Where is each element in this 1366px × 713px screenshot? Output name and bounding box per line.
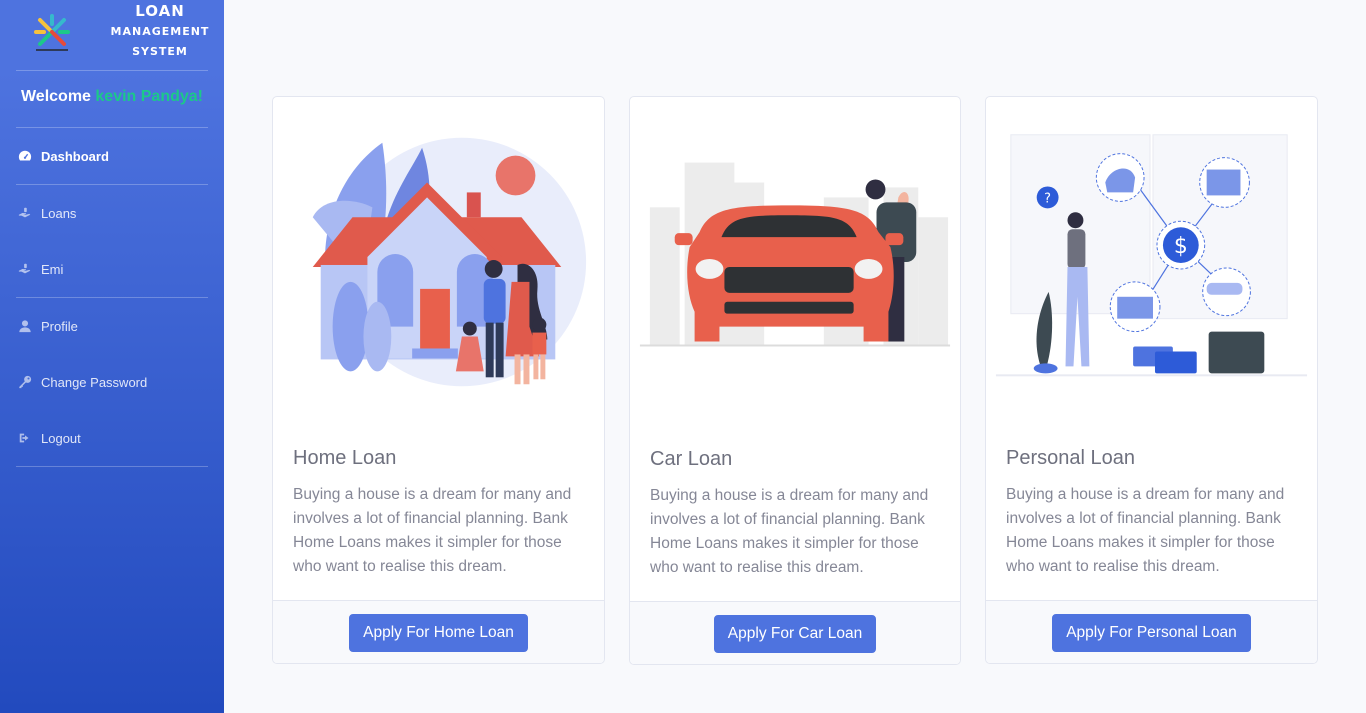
brand-line-2: MANAGEMENT — [110, 25, 210, 38]
car-loan-card: Car Loan Buying a house is a dream for m… — [629, 96, 961, 665]
sidebar-item-label: Dashboard — [41, 148, 109, 164]
key-icon — [17, 374, 33, 390]
loan-system-logo — [34, 14, 70, 51]
sidebar-item-logout[interactable]: Logout — [0, 418, 224, 458]
card-footer: Apply For Car Loan — [630, 601, 960, 664]
sidebar-item-profile[interactable]: Profile — [0, 306, 224, 346]
hand-holding-icon — [17, 261, 33, 277]
personal-loan-card: $ ? Personal Loan Buying a house is a dr… — [985, 96, 1318, 664]
sidebar-divider — [16, 297, 208, 298]
woman-thinking-finance-illustration: $ ? — [995, 134, 1308, 377]
sidebar-item-label: Emi — [41, 261, 64, 277]
welcome-prefix: Welcome — [20, 88, 91, 105]
apply-car-loan-button[interactable]: Apply For Car Loan — [713, 615, 877, 653]
card-title: Personal Loan — [1006, 447, 1135, 469]
card-footer: Apply For Home Loan — [273, 600, 604, 663]
apply-personal-loan-button[interactable]: Apply For Personal Loan — [1052, 614, 1251, 652]
brand-line-3: SYSTEM — [132, 45, 188, 58]
user-icon — [17, 318, 33, 334]
svg-text:?: ? — [1044, 191, 1051, 206]
sidebar-divider — [16, 127, 208, 128]
family-house-illustration — [312, 137, 587, 387]
card-description: Buying a house is a dream for many and i… — [1006, 486, 1285, 575]
sidebar-item-label: Loans — [41, 205, 77, 221]
sidebar-divider — [16, 184, 208, 185]
home-loan-card: Home Loan Buying a house is a dream for … — [272, 96, 605, 664]
man-with-car-illustration — [639, 162, 951, 347]
sidebar-item-dashboard[interactable]: Dashboard — [0, 136, 224, 176]
sidebar-item-label: Profile — [41, 318, 78, 334]
sign-out-icon — [17, 430, 33, 446]
card-footer: Apply For Personal Loan — [986, 600, 1317, 663]
sidebar-item-label: Change Password — [41, 374, 148, 390]
sidebar-item-emi[interactable]: Emi — [0, 249, 224, 289]
sidebar-item-loans[interactable]: Loans — [0, 193, 224, 233]
card-title: Home Loan — [293, 447, 397, 469]
brand-line-1: LOAN — [135, 2, 185, 20]
sidebar-item-label: Logout — [41, 430, 81, 446]
welcome-message: Welcome kevin Pandya! — [0, 88, 224, 106]
tachometer-icon — [17, 148, 33, 164]
card-description: Buying a house is a dream for many and i… — [293, 486, 572, 575]
apply-home-loan-button[interactable]: Apply For Home Loan — [349, 614, 528, 652]
hand-holding-icon — [17, 205, 33, 221]
card-description: Buying a house is a dream for many and i… — [650, 487, 929, 576]
svg-text:$: $ — [1174, 234, 1188, 259]
sidebar-item-change-password[interactable]: Change Password — [0, 362, 224, 402]
brand[interactable]: LOAN MANAGEMENT SYSTEM — [0, 0, 224, 70]
sidebar-divider — [16, 466, 208, 467]
sidebar: LOAN MANAGEMENT SYSTEM Welcome kevin Pan… — [0, 0, 224, 713]
sidebar-divider — [16, 70, 208, 71]
welcome-username: kevin Pandya! — [95, 88, 203, 105]
card-title: Car Loan — [650, 448, 733, 470]
brand-title: LOAN MANAGEMENT SYSTEM — [108, 2, 212, 60]
